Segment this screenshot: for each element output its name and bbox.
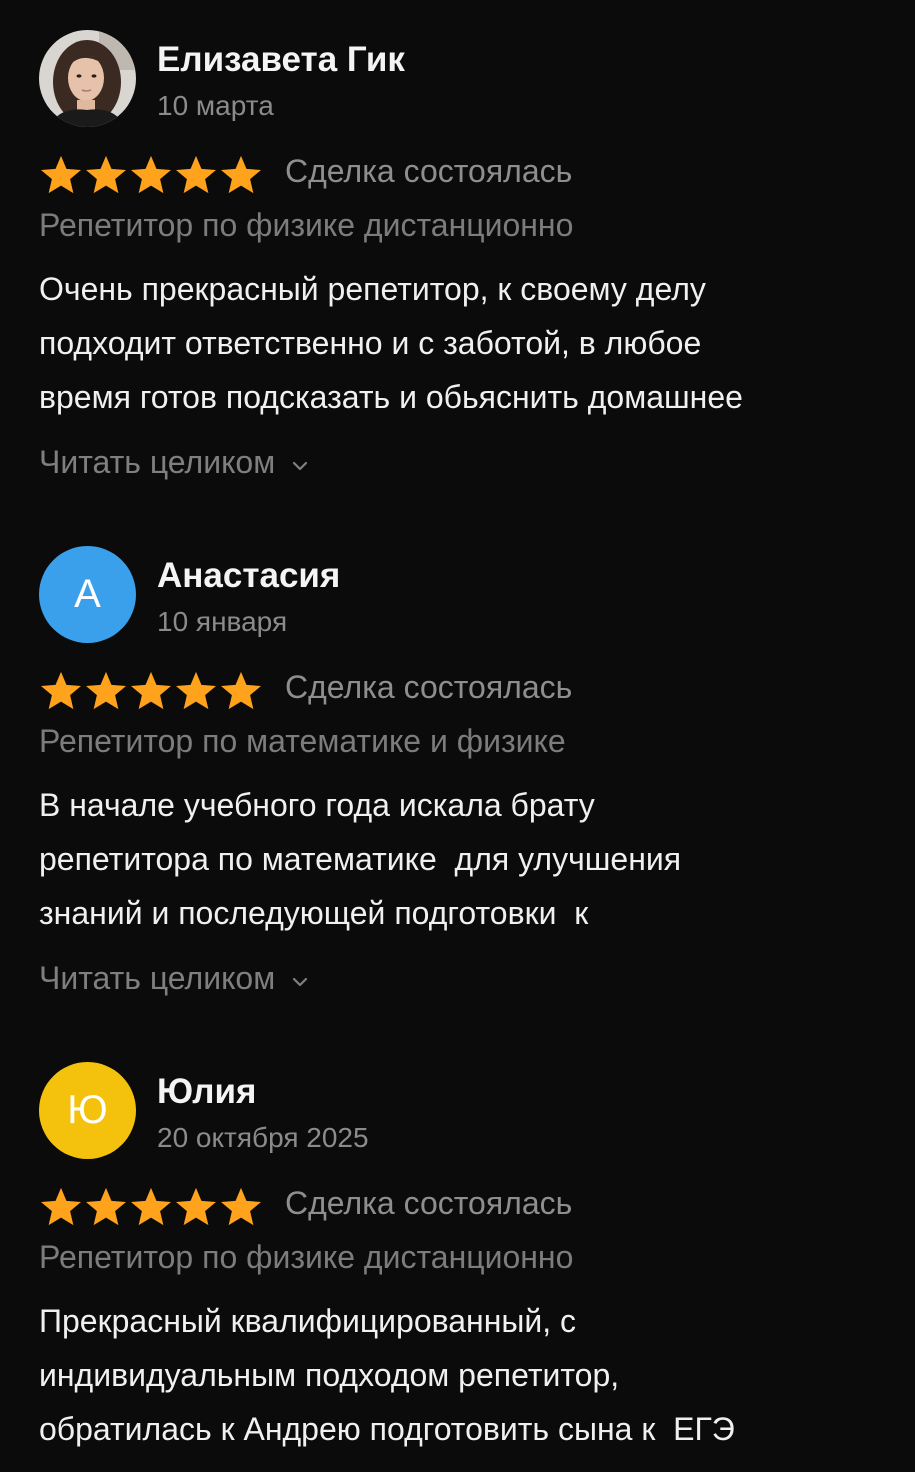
read-more-label: Читать целиком [39, 444, 276, 480]
review-date: 10 января [157, 606, 288, 637]
read-more-button[interactable]: Читать целиком [39, 444, 309, 481]
avatar-letter: Ю [67, 1088, 108, 1132]
review-text-line: Прекрасный квалифицированный, с [39, 1303, 577, 1339]
avatar[interactable]: А [39, 546, 136, 643]
avatar-letter: А [74, 572, 101, 616]
avatar[interactable]: Ю [39, 1062, 136, 1159]
star-icon [86, 671, 126, 710]
star-icon [176, 671, 216, 710]
rating-stars [39, 1186, 263, 1226]
star-icon [131, 1187, 171, 1226]
rating-stars [39, 670, 263, 710]
star-icon [131, 671, 171, 710]
author-name[interactable]: Анастасия [157, 556, 340, 596]
review-text-line: В начале учебного года искала брату [39, 787, 595, 823]
deal-status: Сделка состоялась [285, 669, 573, 705]
review-text-line: Очень прекрасный репетитор, к своему дел… [39, 271, 706, 307]
review-text-line: подходит ответственно и с заботой, в люб… [39, 325, 702, 361]
star-icon [86, 155, 126, 194]
review-text: Очень прекрасный репетитор, к своему дел… [39, 262, 899, 424]
deal-status: Сделка состоялась [285, 1185, 573, 1221]
avatar[interactable] [39, 30, 136, 127]
star-icon [41, 1187, 81, 1226]
service-title: Репетитор по физике дистанционно [39, 1239, 574, 1275]
review-text-line: знаний и последующей подготовки к [39, 895, 589, 931]
user-photo-icon [39, 30, 136, 127]
star-icon [221, 1187, 261, 1226]
star-icon [86, 1187, 126, 1226]
rating-stars [39, 154, 263, 194]
read-more-button[interactable]: Читать целиком [39, 960, 309, 997]
chevron-down-icon [293, 461, 308, 470]
deal-status: Сделка состоялась [285, 153, 573, 189]
review-text: В начале учебного года искала брату репе… [39, 778, 899, 940]
review-text-line: индивидуальным подходом репетитор, [39, 1357, 620, 1393]
author-name[interactable]: Елизавета Гик [157, 40, 405, 80]
review-text-line: репетитора по математике для улучшения [39, 841, 682, 877]
service-title: Репетитор по физике дистанционно [39, 207, 574, 243]
review-date: 10 марта [157, 90, 274, 121]
review-text: Прекрасный квалифицированный, с индивиду… [39, 1294, 899, 1456]
star-icon [131, 155, 171, 194]
service-title: Репетитор по математике и физике [39, 723, 566, 759]
star-icon [176, 1187, 216, 1226]
star-icon [221, 671, 261, 710]
review-text-line: обратилась к Андрею подготовить сына к Е… [39, 1411, 735, 1447]
star-icon [221, 155, 261, 194]
author-name[interactable]: Юлия [157, 1072, 256, 1112]
star-icon [41, 671, 81, 710]
star-icon [176, 155, 216, 194]
review-date: 20 октября 2025 [157, 1122, 369, 1153]
star-icon [41, 155, 81, 194]
chevron-down-icon [293, 977, 308, 986]
read-more-label: Читать целиком [39, 960, 276, 996]
review-text-line: время готов подсказать и обьяснить домаш… [39, 379, 743, 415]
